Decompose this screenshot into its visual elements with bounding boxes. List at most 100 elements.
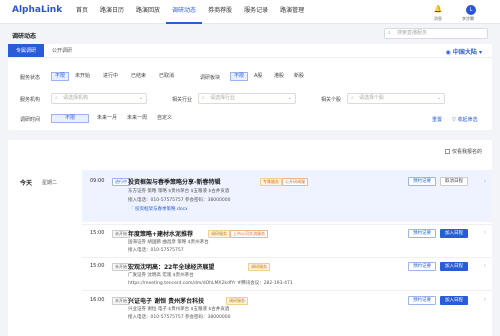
time-label: 调研时间 — [20, 117, 41, 123]
chevron-right-icon[interactable]: › — [484, 229, 486, 236]
event-contact: 接入电话：010-57575757 — [128, 248, 184, 253]
user-name: 李涉腾 — [462, 16, 474, 21]
event-meta: 国海证券 胡国鹏 曲昌彦 策略 $贵州茅台 — [128, 240, 209, 245]
chevron-right-icon[interactable]: › — [484, 178, 486, 185]
chevron-right-icon[interactable]: › — [484, 262, 486, 269]
time-all[interactable]: 不限 — [51, 114, 89, 123]
region-label: 中国大陆 — [452, 49, 477, 56]
org-label: 服务机构 — [20, 97, 41, 103]
cancel-schedule-button[interactable]: 取消日程 — [440, 177, 468, 186]
search-icon: ⌕ — [351, 95, 354, 101]
event-meta: 东方证券 策略 策略 $贵州茅台 $五粮液 $古井贡酒 — [128, 189, 230, 194]
event-doc-link[interactable]: 📄 投资框架与春季策略.docx — [128, 206, 188, 212]
reserve-minutes-button[interactable]: 预约记要 — [408, 296, 436, 305]
event-contact: 接入电话：010-57575757 参会密码：38000000 — [128, 315, 231, 320]
tab-public[interactable]: 公开调研 — [44, 44, 80, 57]
event-tag: 上市公司交流服务 — [230, 230, 268, 238]
event-time: 16:00 — [90, 297, 105, 303]
notice-label: 消息 — [434, 16, 442, 21]
add-schedule-button[interactable]: 加入日程 — [440, 296, 468, 305]
search-icon: ⌕ — [388, 30, 391, 36]
collapse-label: 收起筛选 — [457, 117, 478, 123]
app-logo[interactable]: AlphaLink — [12, 5, 62, 15]
event-time: 15:00 — [90, 263, 105, 269]
nav-research[interactable]: 调研动态 — [166, 0, 203, 24]
only-mine-label: 仅看我报名的 — [451, 149, 482, 155]
main-nav: 首页 路演日历 路演回放 调研动态 券商荐股 服务记录 路演管理 — [70, 0, 310, 24]
event-tag: 调研服务 — [248, 263, 270, 271]
top-header: AlphaLink 首页 路演日历 路演回放 调研动态 券商荐股 服务记录 路演… — [0, 0, 500, 24]
collapse-filter-button[interactable]: ▽ 收起筛选 — [452, 116, 477, 123]
divider — [82, 290, 492, 291]
event-title[interactable]: 宏观沈明高：22年全球经济展望 — [128, 262, 214, 271]
reserve-minutes-button[interactable]: 预约记要 — [408, 262, 436, 271]
status-ended[interactable]: 已结束 — [128, 72, 149, 81]
nav-stock-picks[interactable]: 券商荐股 — [202, 0, 238, 24]
block-ipo[interactable]: 新股 — [291, 72, 307, 81]
list-item[interactable]: 16:00 未开始 兴证电子 谢恒 贵州茅台科技 调研服务 兴业证券 谢恒 电子… — [82, 292, 492, 324]
region-select[interactable]: ◉ 中国大陆 ▾ — [446, 47, 482, 56]
only-mine-checkbox[interactable]: 仅看我报名的 — [444, 148, 482, 155]
status-all[interactable]: 不限 — [51, 72, 70, 81]
weekday-label: 星期二 — [42, 180, 58, 186]
nav-home[interactable]: 首页 — [70, 0, 94, 24]
search-input[interactable]: ⌕ 搜索直播服务 — [384, 28, 488, 39]
stock-label: 相关个股 — [321, 97, 342, 103]
block-all[interactable]: 不限 — [230, 72, 249, 81]
chevron-right-icon[interactable]: › — [484, 296, 486, 303]
status-cancelled[interactable]: 已取消 — [156, 72, 177, 81]
time-custom[interactable]: 自定义 — [154, 114, 175, 123]
nav-service-records[interactable]: 服务记录 — [238, 0, 274, 24]
filter-panel: 专属调研 公开调研 ◉ 中国大陆 ▾ 服务状态 不限 未开始 进行中 已结束 已… — [8, 44, 492, 130]
chevron-down-icon: ⌄ — [287, 95, 292, 101]
add-schedule-button[interactable]: 加入日程 — [440, 229, 468, 238]
status-ongoing[interactable]: 进行中 — [100, 72, 121, 81]
day-label: 今天 — [20, 180, 33, 187]
list-item[interactable]: 09:00 进行中 投资框架与春季策略分享-新春特辑 专属服务 公开研调服 东方… — [82, 170, 492, 222]
event-contact: 接入电话：010-57575757 参会密码：38000000 — [128, 198, 231, 203]
nav-roadshow-admin[interactable]: 路演管理 — [274, 0, 310, 24]
status-not-started[interactable]: 未开始 — [72, 72, 93, 81]
tab-bar: 专属调研 公开调研 — [8, 44, 492, 58]
event-tag: 专属服务 — [260, 178, 282, 186]
nav-calendar[interactable]: 路演日历 — [94, 0, 130, 24]
org-placeholder: 请选择机构 — [63, 95, 89, 101]
list-item[interactable]: 15:00 未开始 宏观沈明高：22年全球经济展望 调研服务 广发证券 沈明高 … — [82, 258, 492, 288]
list-item[interactable]: 15:00 未开始 年度策略+建材水泥推荐 调研服务 上市公司交流服务 国海证券… — [82, 225, 492, 255]
time-month[interactable]: 未来一月 — [94, 114, 120, 123]
page-title: 调研动态 — [12, 33, 37, 40]
stock-select[interactable]: ⌕ 请选择个股 ⌄ — [347, 93, 445, 104]
event-time: 09:00 — [90, 178, 105, 184]
org-select[interactable]: ⌕ 请选择机构 ⌄ — [51, 93, 147, 104]
event-link: https://meeting.tencent.com/dm/dOhLMX2kd… — [128, 281, 293, 286]
reset-button[interactable]: 重置 — [432, 116, 442, 123]
status-label: 服务状态 — [20, 75, 41, 81]
avatar[interactable]: L — [466, 5, 476, 15]
reserve-minutes-button[interactable]: 预约记要 — [408, 229, 436, 238]
event-tag: 调研服务 — [208, 230, 230, 238]
chevron-down-icon: ⌄ — [138, 95, 143, 101]
search-icon: ⌕ — [55, 95, 58, 101]
nav-replay[interactable]: 路演回放 — [130, 0, 166, 24]
search-placeholder: 搜索直播服务 — [397, 30, 428, 36]
stock-placeholder: 请选择个股 — [359, 95, 385, 101]
add-schedule-button[interactable]: 加入日程 — [440, 262, 468, 271]
block-hk[interactable]: 港股 — [271, 72, 287, 81]
industry-placeholder: 请选择行业 — [210, 95, 236, 101]
industry-label: 相关行业 — [172, 97, 193, 103]
tab-exclusive[interactable]: 专属调研 — [8, 44, 45, 57]
event-title[interactable]: 年度策略+建材水泥推荐 — [128, 229, 193, 238]
chevron-down-icon: ⌄ — [436, 95, 441, 101]
event-title[interactable]: 投资框架与春季策略分享-新春特辑 — [128, 177, 221, 186]
reserve-minutes-button[interactable]: 预约记要 — [408, 177, 436, 186]
event-meta: 兴业证券 谢恒 电子 $贵州茅台 $五粮液 $古井贡酒 — [128, 307, 230, 312]
block-label: 调研板块 — [200, 75, 221, 81]
industry-select[interactable]: ⌕ 请选择行业 ⌄ — [198, 93, 296, 104]
doc-name: 投资框架与春季策略.docx — [135, 207, 188, 212]
block-a[interactable]: A股 — [251, 72, 265, 81]
time-week[interactable]: 未来一周 — [124, 114, 150, 123]
event-title[interactable]: 兴证电子 谢恒 贵州茅台科技 — [128, 296, 204, 305]
event-list: 仅看我报名的 今天 星期二 09:00 进行中 投资框架与春季策略分享-新春特辑… — [8, 140, 492, 336]
event-tag: 公开研调服 — [282, 178, 308, 186]
search-icon: ⌕ — [202, 95, 205, 101]
